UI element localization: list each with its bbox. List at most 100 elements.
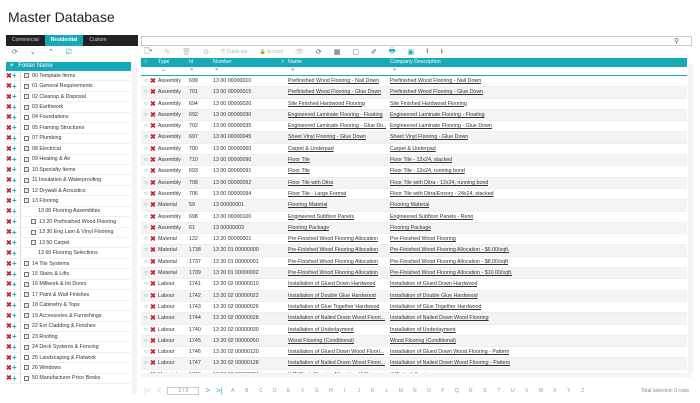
cell-desc[interactable]: Floor Tile with Ditra - 12x24, running b…: [390, 178, 488, 189]
view-icon[interactable]: 👁: [295, 48, 304, 56]
tab-commercial[interactable]: Commercial: [6, 35, 45, 46]
desc-filter-clear[interactable]: ×: [393, 67, 396, 73]
expand-toggle-icon[interactable]: [24, 167, 29, 173]
tree-item[interactable]: ✖ +00 Template Items: [6, 71, 131, 82]
expand-toggle-icon[interactable]: [24, 135, 29, 141]
expand-toggle-icon[interactable]: [24, 188, 29, 194]
table-row[interactable]: ○ ✖ Assembly 692 13 00 00000030 Engineered La…: [141, 109, 687, 122]
cell-desc[interactable]: Wood Flooring (Conditional): [390, 336, 456, 347]
cell-name[interactable]: Installation of Nailed Down Wood Floori.…: [288, 358, 385, 369]
cell-name[interactable]: Flooring Package: [288, 223, 329, 234]
add-subfolder-icon[interactable]: +: [12, 301, 20, 310]
table-row[interactable]: ○ ✖ Assembly 700 13 00 00000060 Carpet & Unde…: [141, 144, 687, 156]
delete-row-icon[interactable]: ✖: [150, 132, 156, 143]
table-row[interactable]: ○ ✖ Assembly 708 13 00 00000092 Floor Tile wi…: [141, 177, 687, 189]
table-row[interactable]: ○ ✖ Labour 1741 13 20 02 00000010 Installatio…: [141, 279, 687, 291]
new-icon[interactable]: 🗋▾: [144, 47, 152, 58]
select-row-icon[interactable]: ○: [144, 279, 148, 290]
tree-item[interactable]: ✖ +02 Cleanup & Disposal: [6, 91, 131, 103]
delete-row-icon[interactable]: ✖: [150, 76, 156, 87]
cell-name[interactable]: Flooring Material: [288, 200, 327, 211]
cell-desc[interactable]: Pre-Finished Wood Flooring Allocation - …: [390, 268, 512, 279]
select-all-icon[interactable]: ○: [144, 58, 147, 67]
add-subfolder-icon[interactable]: +: [12, 311, 20, 320]
table-row[interactable]: ○ ✖ Material 122 13 20 00000001 Pre-Finished …: [141, 234, 687, 246]
select-row-icon[interactable]: ○: [144, 144, 148, 155]
tree-item[interactable]: ✖ +16 Millwork & Int Doors: [6, 279, 131, 291]
cell-desc[interactable]: Prefinished Wood Flooring - Glue Down: [390, 87, 483, 98]
add-subfolder-icon[interactable]: +: [12, 280, 20, 289]
table-row[interactable]: ○ ✖ Assembly 61 13 00000003 Flooring Package F…: [141, 222, 687, 235]
select-row-icon[interactable]: ○: [144, 178, 148, 189]
tree-scrollbar[interactable]: [132, 64, 137, 394]
table-row[interactable]: ○ ✖ Labour 1743 13 20 02 00000026 Installatio…: [141, 302, 687, 314]
cell-desc[interactable]: Flooring Package: [390, 223, 431, 234]
cell-desc[interactable]: Prefinished Wood Flooring - Nail Down: [390, 76, 481, 87]
letter-filter-o[interactable]: O: [425, 388, 433, 394]
expand-all-icon[interactable]: ⌃: [48, 48, 54, 58]
cell-name[interactable]: Pre-Finished Wood Flooring Allocation: [288, 234, 378, 245]
cell-name[interactable]: Prefinished Wood Flooring - Nail Down: [288, 76, 379, 87]
cell-name[interactable]: Engineered Laminate Flooring - Floating: [288, 110, 383, 121]
add-folder-icon[interactable]: +: [10, 63, 14, 69]
tree-item[interactable]: ✖ +25 Landscaping & Flatwork: [6, 352, 131, 364]
tree-item[interactable]: ✖ +50 Manufacturer Price Books: [6, 373, 131, 385]
tree-item[interactable]: ✖ +24 Deck Systems & Fencing: [6, 342, 131, 353]
letter-filter-m[interactable]: M: [397, 388, 405, 394]
tab-residential[interactable]: Residential: [44, 35, 84, 46]
delete-row-icon[interactable]: ✖: [150, 257, 156, 268]
letter-filter-e[interactable]: E: [285, 388, 293, 394]
cell-name[interactable]: Floor Tile: [288, 166, 310, 177]
upload-icon[interactable]: ⭱: [426, 47, 428, 58]
delete-row-icon[interactable]: ✖: [150, 336, 156, 347]
cell-desc[interactable]: Engineered Laminate Flooring - Floating: [390, 110, 485, 121]
cell-desc[interactable]: Installation of Underlayment: [390, 325, 456, 336]
cell-desc[interactable]: Site Finished Hardwood Flooring: [390, 99, 467, 110]
select-row-icon[interactable]: ○: [144, 155, 148, 166]
tree-item[interactable]: ✖ +13 Flooring: [6, 196, 131, 207]
table-row[interactable]: ○ ✖ Assembly 698 13 00 00000100 Engineered Su…: [141, 212, 687, 223]
letter-filter-k[interactable]: K: [369, 388, 377, 394]
select-row-icon[interactable]: ○: [144, 358, 148, 369]
delete-icon[interactable]: 🗑: [182, 48, 191, 56]
expand-toggle-icon[interactable]: [31, 219, 36, 225]
delete-row-icon[interactable]: ✖: [150, 347, 156, 358]
expand-toggle-icon[interactable]: [24, 83, 29, 89]
cell-desc[interactable]: Carpet & Underpad: [390, 144, 436, 155]
add-subfolder-icon[interactable]: +: [12, 134, 20, 143]
expand-toggle-icon[interactable]: [24, 281, 29, 287]
cell-name[interactable]: Installation of Double Glue Hardwood: [288, 291, 376, 302]
delete-row-icon[interactable]: ✖: [150, 166, 156, 177]
delete-row-icon[interactable]: ✖: [150, 99, 156, 110]
expand-toggle-icon[interactable]: [24, 375, 29, 381]
delete-row-icon[interactable]: ✖: [150, 110, 156, 121]
collapse-all-icon[interactable]: ⌄: [30, 48, 36, 58]
letter-filter-h[interactable]: H: [327, 388, 335, 394]
cell-name[interactable]: Floor Tile - Large Format: [288, 189, 346, 200]
expand-toggle-icon[interactable]: [24, 177, 29, 183]
first-page-icon[interactable]: |<: [144, 386, 151, 395]
letter-filter-i[interactable]: I: [341, 388, 349, 394]
add-subfolder-icon[interactable]: +: [12, 343, 20, 352]
cell-name[interactable]: Floor Tile: [288, 155, 310, 166]
cell-name[interactable]: Pre-Finished Wood Flooring Allocation: [288, 245, 378, 256]
col-name[interactable]: Name: [288, 58, 302, 67]
letter-filter-r[interactable]: R: [467, 388, 475, 394]
delete-row-icon[interactable]: ✖: [150, 325, 156, 336]
add-subfolder-icon[interactable]: +: [12, 290, 20, 299]
tree-item[interactable]: ✖ +13 00 Flooring Assemblies: [6, 206, 131, 218]
expand-toggle-icon[interactable]: [31, 229, 36, 235]
tree-item[interactable]: ✖ +09 Heating & Air: [6, 154, 131, 165]
tree-item[interactable]: ✖ +18 Cabinetry & Tops: [6, 300, 131, 312]
table-row[interactable]: ○ ✖ Material 1738 13 20 01 00000000 Pre-Finis…: [141, 245, 687, 257]
tree-item[interactable]: ✖ +05 Framing Structures: [6, 123, 131, 134]
add-subfolder-icon[interactable]: +: [12, 374, 20, 383]
cell-name[interactable]: Pre-Finished Wood Flooring Allocation: [288, 268, 378, 279]
table-row[interactable]: ○ ✖ Assembly 706 13 00 00000094 Floor Tile - …: [141, 189, 687, 201]
delete-row-icon[interactable]: ✖: [150, 223, 156, 234]
delete-row-icon[interactable]: ✖: [150, 291, 156, 302]
delete-row-icon[interactable]: ✖: [150, 279, 156, 290]
letter-filter-q[interactable]: Q: [453, 388, 461, 394]
search-input[interactable]: ⚲: [141, 36, 692, 46]
add-subfolder-icon[interactable]: +: [12, 103, 20, 112]
